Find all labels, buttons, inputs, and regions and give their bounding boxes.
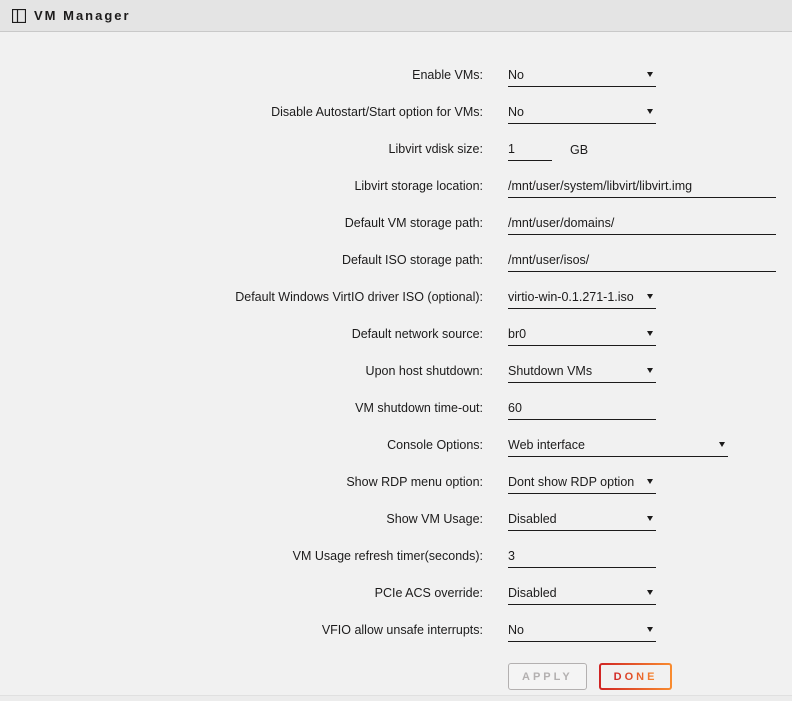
label-libvirt-vdisk-size: Libvirt vdisk size: [0,142,483,161]
form-row-enable-vms: Enable VMs: No [0,50,792,87]
label-default-windows-virtio-driver-iso-optional: Default Windows VirtIO driver ISO (optio… [0,290,483,309]
label-disable-autostart-start-option-for-vms: Disable Autostart/Start option for VMs: [0,105,483,124]
form-row-show-rdp-menu-option: Show RDP menu option: Dont show RDP opti… [0,457,792,494]
select-value: No [508,105,524,119]
select-disable-autostart-start-option-for-vms[interactable]: No [508,105,656,124]
label-vfio-allow-unsafe-interrupts: VFIO allow unsafe interrupts: [0,623,483,642]
select-default-network-source[interactable]: br0 [508,327,656,346]
select-enable-vms[interactable]: No [508,68,656,87]
label-pcie-acs-override: PCIe ACS override: [0,586,483,605]
select-value: Disabled [508,586,557,600]
bottom-strip [0,695,792,701]
chevron-down-icon [647,109,653,114]
apply-button[interactable]: APPLY [508,663,587,690]
label-console-options: Console Options: [0,438,483,457]
label-enable-vms: Enable VMs: [0,68,483,87]
form-row-upon-host-shutdown: Upon host shutdown: Shutdown VMs [0,346,792,383]
label-default-iso-storage-path: Default ISO storage path: [0,253,483,272]
input-libvirt-vdisk-size[interactable] [508,142,552,161]
form-row-vfio-allow-unsafe-interrupts: VFIO allow unsafe interrupts: No [0,605,792,642]
input-vm-shutdown-time-out[interactable] [508,401,656,420]
select-upon-host-shutdown[interactable]: Shutdown VMs [508,364,656,383]
done-button[interactable]: DONE [599,663,673,690]
select-show-vm-usage[interactable]: Disabled [508,512,656,531]
select-value: br0 [508,327,526,341]
form-row-console-options: Console Options: Web interface [0,420,792,457]
form-row-default-vm-storage-path: Default VM storage path: [0,198,792,235]
select-vfio-allow-unsafe-interrupts[interactable]: No [508,623,656,642]
form-row-show-vm-usage: Show VM Usage: Disabled [0,494,792,531]
form-row-default-windows-virtio-driver-iso-optional: Default Windows VirtIO driver ISO (optio… [0,272,792,309]
form-row-disable-autostart-start-option-for-vms: Disable Autostart/Start option for VMs: … [0,87,792,124]
done-button-label: DONE [614,671,658,683]
input-default-vm-storage-path[interactable] [508,216,776,235]
input-default-iso-storage-path[interactable] [508,253,776,272]
input-libvirt-storage-location[interactable] [508,179,776,198]
select-value: Dont show RDP option [508,475,634,489]
form-row-default-network-source: Default network source: br0 [0,309,792,346]
select-value: virtio-win-0.1.271-1.iso [508,290,634,304]
chevron-down-icon [647,627,653,632]
titlebar: VM Manager [0,0,792,32]
select-default-windows-virtio-driver-iso-optional[interactable]: virtio-win-0.1.271-1.iso [508,290,656,309]
form-row-pcie-acs-override: PCIe ACS override: Disabled [0,568,792,605]
select-value: Shutdown VMs [508,364,592,378]
footer-actions: APPLY DONE [508,663,792,690]
label-upon-host-shutdown: Upon host shutdown: [0,364,483,383]
form-row-vm-usage-refresh-timer-seconds: VM Usage refresh timer(seconds): [0,531,792,568]
form-row-libvirt-storage-location: Libvirt storage location: [0,161,792,198]
select-show-rdp-menu-option[interactable]: Dont show RDP option [508,475,656,494]
page-title: VM Manager [34,8,131,23]
chevron-down-icon [647,72,653,77]
chevron-down-icon [647,331,653,336]
select-value: No [508,623,524,637]
form-row-vm-shutdown-time-out: VM shutdown time-out: [0,383,792,420]
settings-form: Enable VMs: No Disable Autostart/Start o… [0,50,792,642]
label-default-network-source: Default network source: [0,327,483,346]
label-vm-usage-refresh-timer-seconds: VM Usage refresh timer(seconds): [0,549,483,568]
vm-manager-columns-icon [12,9,26,23]
chevron-down-icon [647,516,653,521]
chevron-down-icon [647,368,653,373]
select-value: Disabled [508,512,557,526]
form-row-libvirt-vdisk-size: Libvirt vdisk size: GB [0,124,792,161]
input-vm-usage-refresh-timer-seconds[interactable] [508,549,656,568]
chevron-down-icon [719,442,725,447]
select-pcie-acs-override[interactable]: Disabled [508,586,656,605]
label-show-rdp-menu-option: Show RDP menu option: [0,475,483,494]
select-value: No [508,68,524,82]
label-default-vm-storage-path: Default VM storage path: [0,216,483,235]
form-row-default-iso-storage-path: Default ISO storage path: [0,235,792,272]
label-libvirt-storage-location: Libvirt storage location: [0,179,483,198]
chevron-down-icon [647,294,653,299]
select-console-options[interactable]: Web interface [508,438,728,457]
select-value: Web interface [508,438,585,452]
chevron-down-icon [647,479,653,484]
chevron-down-icon [647,590,653,595]
label-show-vm-usage: Show VM Usage: [0,512,483,531]
label-vm-shutdown-time-out: VM shutdown time-out: [0,401,483,420]
unit-label: GB [570,143,588,161]
